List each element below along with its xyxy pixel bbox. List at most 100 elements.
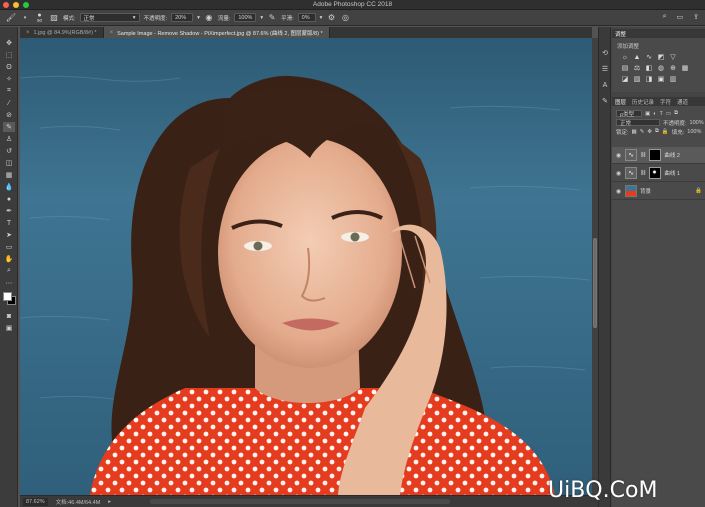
healing-brush-tool-icon[interactable]: ⊘ — [3, 110, 15, 120]
brush-tool-icon[interactable]: ✎ — [3, 122, 15, 132]
clone-stamp-tool-icon[interactable]: ♙ — [3, 134, 15, 144]
foreground-color-swatch[interactable] — [3, 292, 12, 301]
marquee-tool-icon[interactable]: ⬚ — [3, 50, 15, 60]
smoothing-field[interactable]: 0% — [297, 13, 316, 22]
chevron-down-icon[interactable]: ▾ — [197, 15, 200, 21]
flow-field[interactable]: 100% — [234, 13, 257, 22]
zoom-level[interactable]: 87.62% — [23, 497, 48, 506]
pressure-opacity-icon[interactable]: ◉ — [204, 13, 214, 23]
filter-adjustment-icon[interactable]: ◐ — [653, 111, 656, 117]
black-white-icon[interactable]: ◧ — [645, 64, 653, 72]
eyedropper-tool-icon[interactable]: ⁄ — [3, 98, 15, 108]
more-tools-icon[interactable]: ⋯ — [3, 278, 15, 288]
curves-icon[interactable]: ∿ — [645, 53, 653, 61]
selective-color-icon[interactable]: ▣ — [657, 75, 665, 83]
properties-panel-icon[interactable]: ☰ — [601, 65, 609, 73]
brush-panel-toggle-icon[interactable]: ▨ — [49, 13, 59, 23]
channel-mixer-icon[interactable]: ⊕ — [669, 64, 677, 72]
filter-shape-icon[interactable]: ▭ — [666, 111, 671, 117]
tab-channels[interactable]: 通道 — [677, 98, 688, 106]
tab-adjustments[interactable]: 调整 — [615, 30, 626, 38]
chevron-down-icon[interactable]: ▾ — [320, 15, 323, 21]
threshold-icon[interactable]: ◨ — [645, 75, 653, 83]
lasso-tool-icon[interactable]: ʘ — [3, 62, 15, 72]
visibility-eye-icon[interactable]: ◉ — [615, 170, 622, 177]
mode-value: 正常 — [83, 15, 95, 22]
history-panel-icon[interactable]: ⟲ — [601, 49, 609, 57]
text-panel-icon[interactable]: A — [601, 81, 609, 89]
chevron-down-icon[interactable]: ▾ — [20, 13, 30, 23]
type-tool-icon[interactable]: T — [3, 218, 15, 228]
hand-tool-icon[interactable]: ✋ — [3, 254, 15, 264]
gradient-map-icon[interactable]: ▥ — [669, 75, 677, 83]
visibility-eye-icon[interactable]: ◉ — [615, 152, 622, 159]
layer-opacity-value[interactable]: 100% — [690, 120, 704, 126]
document-canvas[interactable] — [20, 38, 592, 495]
tab-sample-image[interactable]: × Sample Image - Remove Shadow - PiXimpe… — [103, 27, 330, 38]
layer-filter-select[interactable]: ρ类型 — [616, 110, 642, 118]
exposure-icon[interactable]: ◩ — [657, 53, 665, 61]
brush-tool-preset-icon[interactable]: 🖌 — [6, 13, 16, 23]
lock-image-icon[interactable]: ✎ — [640, 129, 645, 135]
invert-icon[interactable]: ◪ — [621, 75, 629, 83]
filter-pixel-icon[interactable]: ▣ — [645, 111, 650, 117]
crop-tool-icon[interactable]: ⌗ — [3, 86, 15, 96]
eraser-tool-icon[interactable]: ◫ — [3, 158, 15, 168]
search-icon[interactable]: ⌕ — [663, 13, 667, 21]
opacity-field[interactable]: 20% — [171, 13, 194, 22]
tab-character[interactable]: 字符 — [660, 98, 671, 106]
dodge-tool-icon[interactable]: ● — [3, 194, 15, 204]
layer-row-background[interactable]: ◉ 背景 🔒 — [612, 183, 705, 200]
lock-artboard-icon[interactable]: ⧉ — [655, 128, 659, 135]
color-balance-icon[interactable]: ⚖ — [633, 64, 641, 72]
close-tab-icon[interactable]: × — [110, 30, 114, 36]
rectangle-tool-icon[interactable]: ▭ — [3, 242, 15, 252]
quick-mask-icon[interactable]: ◙ — [3, 311, 15, 321]
close-tab-icon[interactable]: × — [26, 30, 30, 36]
brush-size-picker[interactable]: ● 90 — [34, 12, 45, 23]
brightness-contrast-icon[interactable]: ☼ — [621, 53, 629, 61]
layer-mask-thumbnail[interactable] — [649, 167, 662, 179]
share-icon[interactable]: ⇪ — [693, 13, 699, 21]
layer-mask-thumbnail[interactable] — [649, 149, 662, 161]
filter-type-icon[interactable]: T — [660, 111, 663, 117]
zoom-tool-icon[interactable]: ⌕ — [3, 266, 15, 276]
tab-layers[interactable]: 图层 — [615, 98, 626, 106]
lock-all-icon[interactable]: 🔒 — [662, 129, 669, 135]
layer-fill-value[interactable]: 100% — [687, 129, 701, 135]
workspace-icon[interactable]: ▭ — [677, 13, 684, 21]
screen-mode-icon[interactable]: ▣ — [3, 323, 15, 333]
status-menu-chevron-icon[interactable]: ▸ — [108, 499, 111, 505]
photo-filter-icon[interactable]: ◍ — [657, 64, 665, 72]
hue-saturation-icon[interactable]: ▤ — [621, 64, 629, 72]
pressure-size-icon[interactable]: ◎ — [340, 13, 350, 23]
visibility-eye-icon[interactable]: ◉ — [615, 188, 622, 195]
lock-transparent-icon[interactable]: ▦ — [632, 129, 637, 135]
brush-settings-icon[interactable]: ✎ — [601, 97, 609, 105]
blur-tool-icon[interactable]: 💧 — [3, 182, 15, 192]
smoothing-settings-gear-icon[interactable]: ⚙ — [326, 13, 336, 23]
magic-wand-tool-icon[interactable]: ✧ — [3, 74, 15, 84]
mode-select[interactable]: 正常 ▾ — [79, 13, 140, 22]
layer-row-curves-1[interactable]: ◉ ∿ ⛓ 曲线 1 — [612, 165, 705, 182]
tab-document-1[interactable]: × 1.jpg @ 84.9%(RGB/8#) * — [20, 27, 104, 38]
vertical-scroll-thumb[interactable] — [593, 238, 597, 328]
history-brush-tool-icon[interactable]: ↺ — [3, 146, 15, 156]
color-lookup-icon[interactable]: ▦ — [681, 64, 689, 72]
blend-mode-select[interactable]: 正常 — [616, 119, 660, 127]
filter-smart-icon[interactable]: ⧉ — [674, 110, 678, 117]
move-tool-icon[interactable]: ✥ — [3, 38, 15, 48]
path-selection-tool-icon[interactable]: ➤ — [3, 230, 15, 240]
tab-history[interactable]: 历史记录 — [632, 98, 654, 106]
levels-icon[interactable]: ▲ — [633, 53, 641, 61]
vibrance-icon[interactable]: ▽ — [669, 53, 677, 61]
blend-opacity-row: 正常 不透明度: 100% — [612, 118, 705, 127]
horizontal-scrollbar[interactable] — [150, 499, 450, 504]
posterize-icon[interactable]: ▧ — [633, 75, 641, 83]
pen-tool-icon[interactable]: ✒ — [3, 206, 15, 216]
chevron-down-icon[interactable]: ▾ — [260, 15, 263, 21]
layer-row-curves-2[interactable]: ◉ ∿ ⛓ 曲线 2 — [612, 147, 705, 164]
airbrush-icon[interactable]: ✎ — [267, 13, 277, 23]
gradient-tool-icon[interactable]: ▦ — [3, 170, 15, 180]
lock-position-icon[interactable]: ✥ — [647, 129, 652, 135]
